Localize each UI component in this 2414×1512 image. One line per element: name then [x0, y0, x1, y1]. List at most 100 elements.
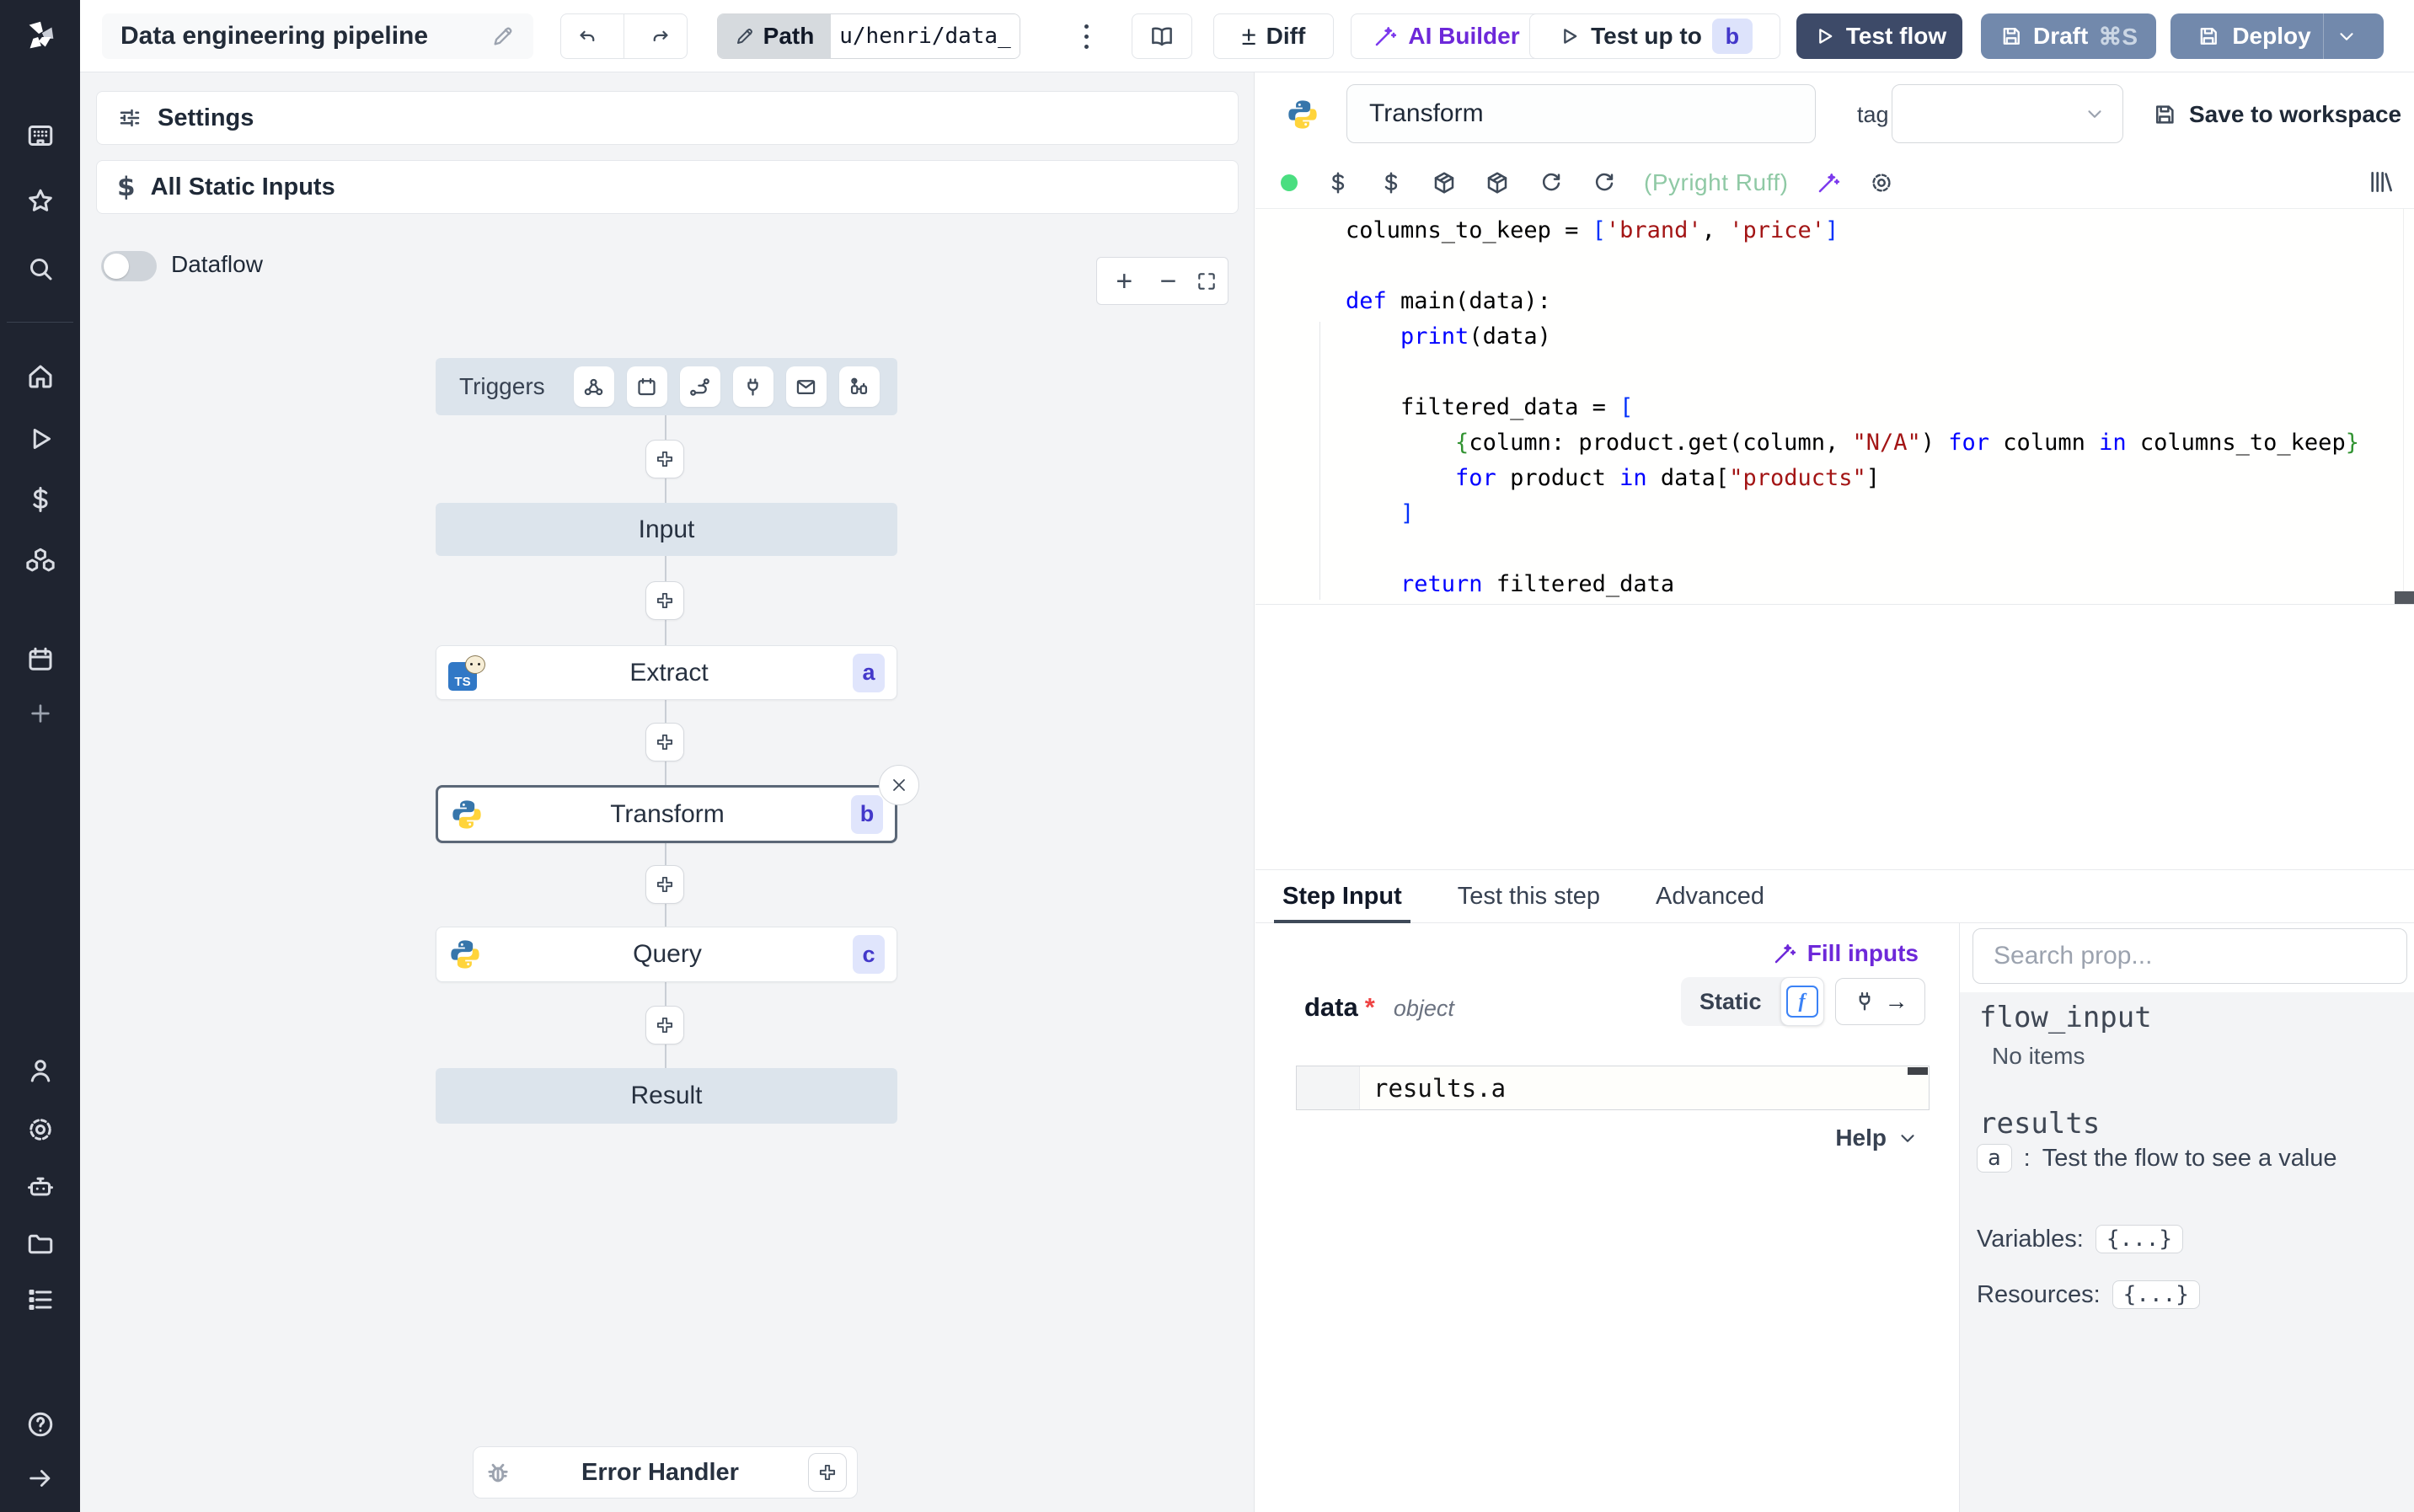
websocket-trigger-button[interactable]	[732, 366, 773, 407]
deploy-button[interactable]: Deploy	[2170, 13, 2384, 59]
diff-button[interactable]: ± Diff	[1213, 13, 1334, 59]
variables-row[interactable]: Variables: {...}	[1977, 1225, 2184, 1253]
javascript-mode-option[interactable]: f	[1780, 977, 1824, 1026]
sidebar-item-logs[interactable]	[0, 1275, 80, 1324]
sidebar-item-favorites[interactable]	[0, 177, 80, 226]
add-step-button[interactable]	[645, 723, 684, 761]
add-step-button[interactable]	[645, 440, 684, 478]
poll-trigger-button[interactable]	[838, 366, 880, 407]
fill-inputs-button[interactable]: Fill inputs	[1772, 940, 1919, 967]
path-button[interactable]: Path u/henri/data_	[717, 13, 1020, 59]
sidebar-item-variables[interactable]	[0, 475, 80, 524]
windmill-logo[interactable]	[0, 0, 80, 72]
zoom-out-button[interactable]: −	[1152, 267, 1186, 296]
variables-button[interactable]	[1325, 170, 1351, 195]
save-to-workspace-button[interactable]: Save to workspace	[2152, 72, 2401, 157]
sidebar-expand[interactable]	[0, 1454, 80, 1503]
chevron-down-icon[interactable]	[2336, 25, 2358, 47]
sidebar-item-resources[interactable]	[0, 536, 80, 585]
webhook-trigger-button[interactable]	[573, 366, 614, 407]
input-node[interactable]: Input	[436, 503, 897, 556]
connect-input-button[interactable]: →	[1835, 978, 1925, 1025]
add-step-button[interactable]	[645, 865, 684, 904]
variables-chip[interactable]: {...}	[2095, 1225, 2184, 1253]
sidebar-item-workspace[interactable]	[0, 111, 80, 160]
sidebar-item-runs[interactable]	[0, 414, 80, 463]
resources-button[interactable]	[1378, 170, 1404, 195]
resources-chip[interactable]: {...}	[2112, 1280, 2200, 1309]
remove-step-button[interactable]	[879, 765, 919, 805]
triggers-node[interactable]: Triggers	[436, 358, 897, 415]
dataflow-toggle[interactable]	[101, 251, 157, 281]
package-button[interactable]	[1432, 170, 1457, 195]
undo-button[interactable]	[561, 14, 613, 58]
flow-title-pill[interactable]: Data engineering pipeline	[102, 13, 533, 59]
result-key-chip[interactable]: a	[1977, 1144, 2012, 1173]
docs-button[interactable]	[1132, 13, 1192, 59]
search-prop-input[interactable]: Search prop...	[1972, 928, 2407, 984]
schedule-trigger-button[interactable]	[626, 366, 667, 407]
path-value[interactable]: u/henri/data_	[831, 14, 1020, 58]
flow-settings-row[interactable]: Settings	[96, 91, 1239, 145]
result-a-row[interactable]: a : Test the flow to see a value	[1977, 1144, 2337, 1173]
sidebar-item-home[interactable]	[0, 352, 80, 401]
test-up-to-button[interactable]: Test up to b	[1529, 13, 1780, 59]
draft-button[interactable]: Draft ⌘S	[1981, 13, 2156, 59]
static-mode-option[interactable]: Static	[1681, 989, 1780, 1015]
email-trigger-button[interactable]	[785, 366, 827, 407]
redo-button[interactable]	[634, 14, 687, 58]
test-flow-button[interactable]: Test flow	[1796, 13, 1962, 59]
gear-icon	[29, 1119, 51, 1141]
editor-settings-button[interactable]	[1869, 170, 1894, 195]
flow-input-section[interactable]: flow_input	[1979, 1001, 2152, 1034]
tab-advanced[interactable]: Advanced	[1656, 870, 1764, 922]
error-handler-node[interactable]: Error Handler	[473, 1446, 858, 1499]
sidebar-item-settings[interactable]	[0, 1105, 80, 1154]
add-step-button[interactable]	[645, 581, 684, 620]
reload-button[interactable]	[1538, 170, 1563, 195]
indent-guide	[1319, 322, 1320, 600]
add-error-handler-button[interactable]	[808, 1453, 847, 1492]
field-data-row: data * object	[1304, 992, 1454, 1023]
result-node[interactable]: Result	[436, 1068, 897, 1124]
reload-button[interactable]	[1591, 170, 1616, 195]
sidebar-item-help[interactable]	[0, 1400, 80, 1449]
ai-builder-button[interactable]: AI Builder	[1351, 13, 1542, 59]
bun-typescript-icon: TS	[448, 654, 485, 691]
tag-select[interactable]	[1892, 84, 2123, 143]
sidebar-item-add[interactable]	[0, 689, 80, 738]
error-handler-label: Error Handler	[581, 1458, 739, 1486]
transform-node[interactable]: Transform b	[436, 785, 897, 843]
sidebar-item-schedules[interactable]	[0, 635, 80, 684]
all-static-inputs-row[interactable]: $ All Static Inputs	[96, 160, 1239, 214]
zoom-in-button[interactable]: +	[1107, 267, 1141, 296]
add-step-button[interactable]	[645, 1006, 684, 1045]
edit-pencil-icon[interactable]	[491, 24, 515, 48]
sidebar-item-folders[interactable]	[0, 1220, 80, 1269]
query-node[interactable]: Query c	[436, 927, 897, 982]
resources-row[interactable]: Resources: {...}	[1977, 1280, 2200, 1309]
redo-icon	[654, 30, 668, 41]
play-icon	[1564, 29, 1577, 44]
sidebar-item-search[interactable]	[0, 244, 80, 293]
fit-view-button[interactable]	[1196, 270, 1218, 292]
http-route-trigger-button[interactable]	[679, 366, 720, 407]
save-icon	[2003, 28, 2020, 45]
tab-step-input[interactable]: Step Input	[1274, 870, 1410, 923]
help-button[interactable]: Help	[1835, 1125, 1919, 1151]
package-button[interactable]	[1485, 170, 1510, 195]
editor-scrollbar[interactable]	[2395, 591, 2414, 604]
more-menu-button[interactable]	[1062, 13, 1110, 59]
tab-test-this-step[interactable]: Test this step	[1458, 870, 1600, 922]
sidebar-item-users[interactable]	[0, 1046, 80, 1095]
code-editor[interactable]: columns_to_keep = ['brand', 'price'] def…	[1255, 209, 2414, 605]
library-button[interactable]	[2367, 168, 2394, 195]
ai-assist-button[interactable]	[1816, 170, 1841, 195]
expression-input[interactable]: results.a	[1296, 1066, 1930, 1110]
variables-label: Variables:	[1977, 1225, 2084, 1253]
extract-node[interactable]: TS Extract a	[436, 645, 897, 700]
sidebar-item-workers[interactable]	[0, 1162, 80, 1211]
editor-scroll-track	[2403, 209, 2404, 605]
results-section[interactable]: results	[1979, 1107, 2100, 1141]
step-name-input[interactable]: Transform	[1346, 84, 1816, 143]
